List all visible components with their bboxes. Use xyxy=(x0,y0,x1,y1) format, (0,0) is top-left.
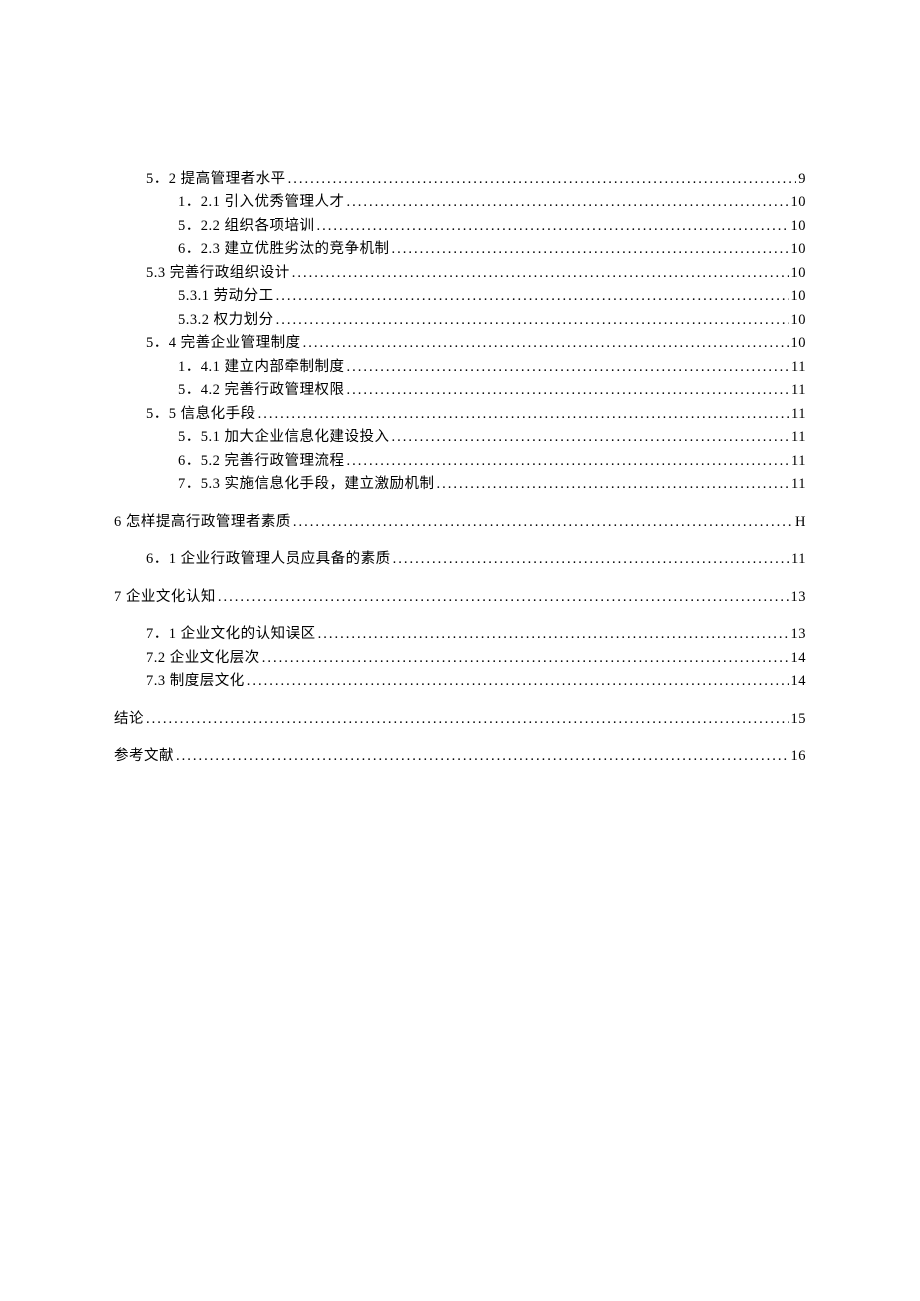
toc-leader-dots xyxy=(293,511,793,534)
toc-leader-dots xyxy=(146,708,789,731)
toc-entry-page: 15 xyxy=(791,708,807,731)
toc-entry-page: 13 xyxy=(791,623,807,646)
toc-leader-dots xyxy=(392,426,790,449)
toc-entry-page: 11 xyxy=(791,473,806,496)
toc-entry-label: 5．4 完善企业管理制度 xyxy=(146,332,301,355)
toc-entry-label: 5．5.1 加大企业信息化建设投入 xyxy=(178,426,390,449)
toc-entry: 5．4 完善企业管理制度 10 xyxy=(114,332,806,355)
toc-entry: 结论 15 xyxy=(114,708,806,731)
toc-entry-label: 5.3.2 权力划分 xyxy=(178,309,274,332)
toc-entry: 5．5.1 加大企业信息化建设投入 11 xyxy=(114,426,806,449)
toc-entry-page: 14 xyxy=(791,670,807,693)
toc-entry-label: 6．5.2 完善行政管理流程 xyxy=(178,450,345,473)
toc-entry: 5.3.2 权力划分 10 xyxy=(114,309,806,332)
toc-entry-label: 结论 xyxy=(114,708,144,731)
toc-entry: 5.3 完善行政组织设计 10 xyxy=(114,262,806,285)
toc-entry-page: 11 xyxy=(791,403,806,426)
toc-entry-label: 参考文献 xyxy=(114,745,174,768)
toc-entry-label: 7．5.3 实施信息化手段，建立激励机制 xyxy=(178,473,435,496)
toc-entry-label: 5．2.2 组织各项培训 xyxy=(178,215,315,238)
toc-group: 参考文献 16 xyxy=(114,745,806,768)
toc-entry-label: 7．1 企业文化的认知误区 xyxy=(146,623,316,646)
toc-entry-label: 7 企业文化认知 xyxy=(114,586,216,609)
toc-group: 7．1 企业文化的认知误区 13 7.2 企业文化层次 14 7.3 制度层文化 14 xyxy=(114,623,806,693)
toc-leader-dots xyxy=(437,473,790,496)
toc-entry-label: 5．2 提高管理者水平 xyxy=(146,168,286,191)
toc-leader-dots xyxy=(347,191,789,214)
toc-entry-page: 10 xyxy=(791,215,807,238)
toc-entry: 7．5.3 实施信息化手段，建立激励机制 11 xyxy=(114,473,806,496)
toc-entry-page: 10 xyxy=(791,191,807,214)
toc-entry-label: 5．4.2 完善行政管理权限 xyxy=(178,379,345,402)
toc-entry: 6．5.2 完善行政管理流程 11 xyxy=(114,450,806,473)
toc-entry: 5．5 信息化手段 11 xyxy=(114,403,806,426)
toc-leader-dots xyxy=(392,238,789,261)
toc-entry-page: 11 xyxy=(791,379,806,402)
toc-entry-page: 13 xyxy=(791,586,807,609)
toc-entry-page: 11 xyxy=(791,450,806,473)
toc-entry-page: 10 xyxy=(791,238,807,261)
toc-entry: 5．2 提高管理者水平 9 xyxy=(114,168,806,191)
toc-entry: 6 怎样提高行政管理者素质 H xyxy=(114,511,806,534)
toc-entry: 7.3 制度层文化 14 xyxy=(114,670,806,693)
toc-entry: 7．1 企业文化的认知误区 13 xyxy=(114,623,806,646)
toc-entry-page: 10 xyxy=(791,285,807,308)
toc-leader-dots xyxy=(303,332,789,355)
table-of-contents: 5．2 提高管理者水平91．2.1 引入优秀管理人才105．2.2 组织各项培训… xyxy=(114,168,806,769)
toc-entry: 1．2.1 引入优秀管理人才 10 xyxy=(114,191,806,214)
toc-group: 结论 15 xyxy=(114,708,806,731)
toc-entry-label: 6 怎样提高行政管理者素质 xyxy=(114,511,291,534)
toc-group: 6．1 企业行政管理人员应具备的素质 11 xyxy=(114,548,806,571)
toc-entry-page: 11 xyxy=(791,426,806,449)
toc-group: 6 怎样提高行政管理者素质 H xyxy=(114,511,806,534)
toc-entry-label: 1．4.1 建立内部牵制制度 xyxy=(178,356,345,379)
toc-entry: 6．2.3 建立优胜劣汰的竞争机制 10 xyxy=(114,238,806,261)
toc-leader-dots xyxy=(247,670,789,693)
toc-leader-dots xyxy=(262,647,789,670)
toc-leader-dots xyxy=(276,309,789,332)
toc-entry-page: H xyxy=(795,511,806,534)
toc-entry: 参考文献 16 xyxy=(114,745,806,768)
toc-entry-page: 16 xyxy=(791,745,807,768)
toc-entry-page: 11 xyxy=(791,356,806,379)
toc-leader-dots xyxy=(347,450,790,473)
toc-leader-dots xyxy=(276,285,789,308)
toc-entry-page: 10 xyxy=(791,309,807,332)
toc-entry-label: 5．5 信息化手段 xyxy=(146,403,256,426)
toc-leader-dots xyxy=(317,215,789,238)
toc-leader-dots xyxy=(176,745,789,768)
toc-entry: 1．4.1 建立内部牵制制度 11 xyxy=(114,356,806,379)
toc-leader-dots xyxy=(347,356,790,379)
toc-leader-dots xyxy=(347,379,790,402)
toc-leader-dots xyxy=(292,262,789,285)
toc-entry: 5.3.1 劳动分工 10 xyxy=(114,285,806,308)
toc-entry: 6．1 企业行政管理人员应具备的素质 11 xyxy=(114,548,806,571)
toc-entry-page: 9 xyxy=(798,168,806,191)
toc-entry-page: 14 xyxy=(791,647,807,670)
toc-leader-dots xyxy=(218,586,789,609)
toc-leader-dots xyxy=(288,168,797,191)
toc-entry-label: 1．2.1 引入优秀管理人才 xyxy=(178,191,345,214)
toc-entry-page: 10 xyxy=(791,332,807,355)
toc-leader-dots xyxy=(258,403,789,426)
toc-group: 5．2 提高管理者水平91．2.1 引入优秀管理人才105．2.2 组织各项培训… xyxy=(114,168,806,497)
toc-leader-dots xyxy=(318,623,789,646)
toc-entry-label: 7.2 企业文化层次 xyxy=(146,647,260,670)
toc-entry-label: 6．1 企业行政管理人员应具备的素质 xyxy=(146,548,391,571)
toc-entry: 5．4.2 完善行政管理权限 11 xyxy=(114,379,806,402)
toc-entry: 7 企业文化认知 13 xyxy=(114,586,806,609)
toc-entry-page: 11 xyxy=(791,548,806,571)
toc-group: 7 企业文化认知 13 xyxy=(114,586,806,609)
toc-entry: 7.2 企业文化层次 14 xyxy=(114,647,806,670)
toc-entry-label: 7.3 制度层文化 xyxy=(146,670,245,693)
toc-entry-page: 10 xyxy=(791,262,807,285)
toc-entry-label: 6．2.3 建立优胜劣汰的竞争机制 xyxy=(178,238,390,261)
toc-entry: 5．2.2 组织各项培训 10 xyxy=(114,215,806,238)
toc-entry-label: 5.3.1 劳动分工 xyxy=(178,285,274,308)
toc-entry-label: 5.3 完善行政组织设计 xyxy=(146,262,290,285)
toc-leader-dots xyxy=(393,548,789,571)
